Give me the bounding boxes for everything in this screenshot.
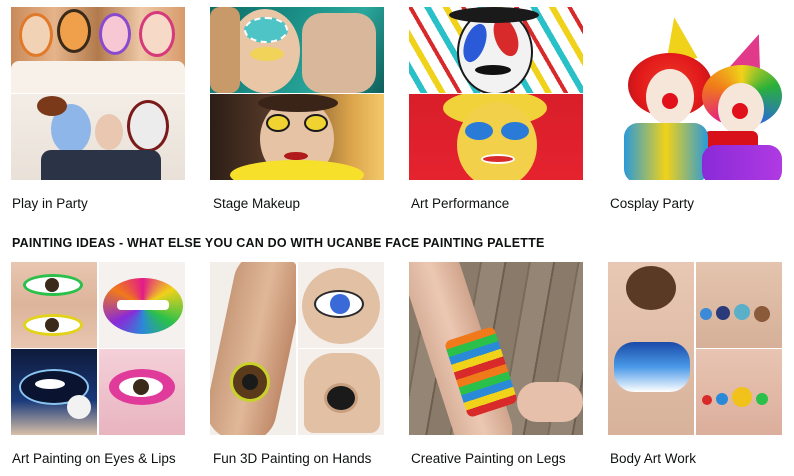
stage-makeup-photo-top [210,7,384,93]
art-performance-image[interactable] [409,7,583,180]
clown-nose-left [662,93,678,109]
body-art-image[interactable] [608,262,782,435]
caption-body-art[interactable]: Body Art Work [610,452,696,466]
foot-shape [517,382,583,422]
back-wave-painting-photo [608,262,694,435]
solar-system-painting-photo [696,349,782,435]
cosplay-party-image[interactable] [608,7,782,180]
eye-art-photo-2 [11,349,97,435]
caption-play-in-party[interactable]: Play in Party [12,197,88,211]
hand-hole-painting-photo [298,349,384,435]
caption-cosplay-party[interactable]: Cosplay Party [610,197,694,211]
caption-art-performance[interactable]: Art Performance [411,197,509,211]
hand-eye-painting-photo [298,262,384,348]
stage-makeup-photo-bottom [210,94,384,180]
stage-makeup-image[interactable] [210,7,384,180]
clown-body-left [624,123,708,180]
art-performance-photo-bottom [409,94,583,180]
play-in-party-image[interactable] [11,7,185,180]
eye-art-photo-3 [99,349,185,435]
lip-art-photo-1 [99,262,185,348]
caption-legs[interactable]: Creative Painting on Legs [411,452,566,466]
planets-painting-photo [696,262,782,348]
arm-3d-painting-photo [210,262,296,435]
kids-face-paint-photo-bottom [11,94,185,180]
legs-painting-image[interactable] [409,262,583,435]
eye-art-photo-1 [11,262,97,348]
art-performance-photo-top [409,7,583,93]
kids-face-paint-photo-top [11,7,185,93]
clown-body-right [702,145,782,180]
caption-stage-makeup[interactable]: Stage Makeup [213,197,300,211]
caption-eyes-lips[interactable]: Art Painting on Eyes & Lips [12,452,176,466]
caption-hands-3d[interactable]: Fun 3D Painting on Hands [213,452,371,466]
clown-nose-right [732,103,748,119]
painting-ideas-heading: PAINTING IDEAS - WHAT ELSE YOU CAN DO WI… [12,236,545,250]
hands-3d-painting-image[interactable] [210,262,384,435]
eyes-lips-painting-image[interactable] [11,262,185,435]
